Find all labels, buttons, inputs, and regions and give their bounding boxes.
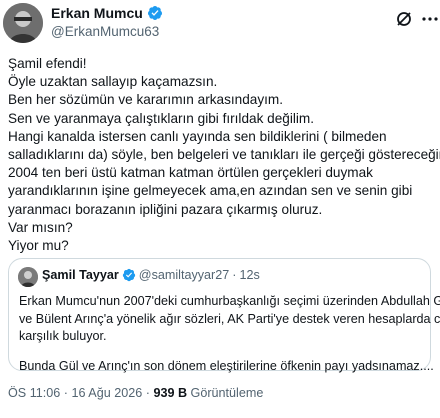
tweet-line: Öyle uzaktan sallayıp kaçamazsın. — [8, 74, 218, 90]
tweet: Erkan Mumcu @ErkanMumcu63 Şamil efendi! … — [0, 0, 440, 418]
quoted-line: Bunda Gül ve Arınç'ın son dönem eleştiri… — [19, 358, 434, 373]
tweet-line: Var mısın? — [8, 219, 73, 235]
author-name-row[interactable]: Erkan Mumcu — [51, 5, 163, 21]
tweet-line: 2004 ten beri üstü katman katman örtülen… — [8, 165, 373, 181]
quoted-text: Erkan Mumcu'nun 2007'deki cumhurbaşkanlı… — [19, 293, 440, 375]
views-label: Görüntüleme — [190, 386, 264, 400]
tweet-line: salladıklarını da) söyle, ben belgeleri … — [8, 146, 440, 162]
separator-dot: · — [232, 268, 237, 282]
more-options-icon[interactable] — [421, 9, 439, 29]
tweet-meta: ÖS 11:06 · 16 Ağu 2026 · 939 B Görüntüle… — [8, 386, 263, 400]
grok-icon[interactable] — [394, 9, 414, 29]
quoted-author-avatar[interactable] — [18, 267, 38, 287]
separator-dot: · — [63, 386, 68, 400]
author-avatar[interactable] — [3, 3, 43, 43]
separator-dot: · — [145, 386, 150, 400]
verified-badge-icon — [122, 268, 136, 282]
verified-badge-icon — [147, 5, 163, 21]
quoted-timestamp[interactable]: 12s — [239, 268, 259, 282]
quoted-line: karşılık buluyor. — [19, 329, 107, 343]
tweet-time[interactable]: ÖS 11:06 — [8, 386, 60, 400]
tweet-line: Sen ve yaranmaya çalıştıkların gibi fırı… — [8, 110, 314, 126]
tweet-date[interactable]: 16 Ağu 2026 — [71, 386, 142, 400]
tweet-text: Şamil efendi! Öyle uzaktan sallayıp kaça… — [8, 55, 440, 255]
quoted-author-name[interactable]: Şamil Tayyar — [42, 268, 119, 282]
tweet-line: Şamil efendi! — [8, 56, 87, 71]
tweet-header: Erkan Mumcu @ErkanMumcu63 — [0, 0, 440, 50]
views-count: 939 B — [153, 386, 188, 400]
tweet-line: Ben her sözümün ve kararımın arkasındayı… — [8, 92, 284, 108]
avatar-photo-icon — [18, 267, 38, 287]
author-name[interactable]: Erkan Mumcu — [51, 5, 143, 21]
quoted-line: ve Bülent Arınç'a yönelik ağır sözleri, … — [19, 311, 440, 326]
tweet-line: Yiyor mu? — [8, 237, 69, 253]
tweet-line: yaranmacı borazanın ipliğini pazara çıka… — [8, 201, 323, 217]
quoted-author-row: Şamil Tayyar @samiltayyar27 · 12s — [42, 268, 260, 282]
quoted-tweet[interactable]: Şamil Tayyar @samiltayyar27 · 12s Erkan … — [8, 258, 440, 373]
quoted-line: Erkan Mumcu'nun 2007'deki cumhurbaşkanlı… — [19, 294, 440, 308]
tweet-line: Hangi kanalda istersen canlı yayında sen… — [8, 128, 387, 144]
avatar-photo-icon — [3, 3, 43, 43]
tweet-line: yarandıklarının işine gelmeyecek ama,en … — [8, 183, 413, 199]
author-handle[interactable]: @ErkanMumcu63 — [51, 24, 159, 39]
quoted-author-handle[interactable]: @samiltayyar27 — [139, 268, 229, 282]
